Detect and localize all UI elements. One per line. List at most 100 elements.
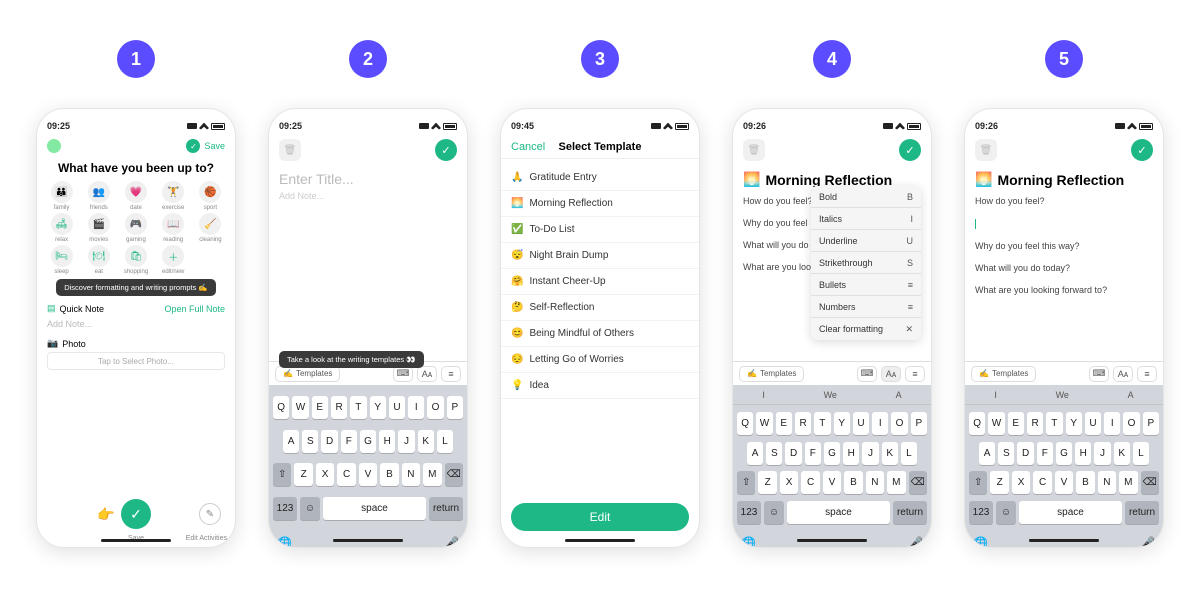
key-M[interactable]: M	[423, 463, 441, 486]
activity-relax[interactable]: 🛋relax	[43, 213, 80, 243]
done-button[interactable]: ✓	[899, 139, 921, 161]
prompt-line[interactable]: What are you looking forward to?	[975, 285, 1153, 295]
key-L[interactable]: L	[901, 442, 917, 465]
body-input[interactable]: Add Note...	[279, 191, 457, 201]
key-M[interactable]: M	[887, 471, 905, 494]
suggestion[interactable]: A	[1128, 390, 1134, 400]
activity-movies[interactable]: 🎬movies	[80, 213, 117, 243]
format-button[interactable]: Aᴀ	[1113, 366, 1133, 382]
template-row[interactable]: 😊Being Mindful of Others	[501, 321, 699, 347]
template-row[interactable]: 🤗Instant Cheer-Up	[501, 269, 699, 295]
key-U[interactable]: U	[389, 396, 405, 419]
return-key[interactable]: return	[429, 497, 463, 520]
key-shift[interactable]: ⇧	[273, 463, 291, 486]
template-row[interactable]: 🤔Self-Reflection	[501, 295, 699, 321]
key-shift[interactable]: ⇧	[969, 471, 987, 494]
key-K[interactable]: K	[1114, 442, 1130, 465]
key-K[interactable]: K	[418, 430, 434, 453]
return-key[interactable]: return	[1125, 501, 1159, 524]
key-backspace[interactable]: ⌫	[1141, 471, 1159, 494]
done-button[interactable]: ✓	[435, 139, 457, 161]
key-R[interactable]: R	[795, 412, 811, 435]
activity-eat[interactable]: 🍽eat	[80, 245, 117, 275]
key-Y[interactable]: Y	[370, 396, 386, 419]
cancel-button[interactable]: Cancel	[511, 141, 545, 153]
key-X[interactable]: X	[780, 471, 798, 494]
suggestion[interactable]: We	[1056, 390, 1069, 400]
key-L[interactable]: L	[437, 430, 453, 453]
key-F[interactable]: F	[1037, 442, 1053, 465]
prompt-line[interactable]: How do you feel?	[975, 196, 1153, 206]
editor-body[interactable]: 🌅Morning Reflection How do you feel?Why …	[965, 165, 1163, 361]
key-L[interactable]: L	[1133, 442, 1149, 465]
key-Q[interactable]: Q	[969, 412, 985, 435]
key-U[interactable]: U	[853, 412, 869, 435]
key-Z[interactable]: Z	[294, 463, 312, 486]
templates-tooltip[interactable]: Take a look at the writing templates 👀	[279, 351, 424, 368]
key-H[interactable]: H	[379, 430, 395, 453]
trash-icon[interactable]: 🗑	[743, 139, 765, 161]
templates-button[interactable]: ✍️Templates	[739, 366, 804, 382]
key-Z[interactable]: Z	[758, 471, 776, 494]
key-H[interactable]: H	[1075, 442, 1091, 465]
mic-icon[interactable]: 🎤	[444, 536, 459, 548]
keyboard-5[interactable]: IWeAQWERTYUIOPASDFGHJKL⇧ZXCVBNM⌫123☺spac…	[965, 385, 1163, 548]
done-button[interactable]: ✓	[1131, 139, 1153, 161]
suggestion[interactable]: I	[762, 390, 765, 400]
key-123[interactable]: 123	[969, 501, 993, 524]
save-fab[interactable]: ✓	[121, 499, 151, 529]
key-backspace[interactable]: ⌫	[445, 463, 463, 486]
space-key[interactable]: space	[1019, 501, 1122, 524]
key-I[interactable]: I	[1104, 412, 1120, 435]
space-key[interactable]: space	[323, 497, 426, 520]
key-J[interactable]: J	[862, 442, 878, 465]
profile-icon[interactable]	[47, 139, 61, 153]
key-P[interactable]: P	[447, 396, 463, 419]
key-B[interactable]: B	[1076, 471, 1094, 494]
key-shift[interactable]: ⇧	[737, 471, 755, 494]
key-P[interactable]: P	[911, 412, 927, 435]
activity-cleaning[interactable]: 🧹cleaning	[192, 213, 229, 243]
open-full-note-link[interactable]: Open Full Note	[164, 304, 225, 314]
template-row[interactable]: ✅To-Do List	[501, 217, 699, 243]
activity-friends[interactable]: 👥friends	[80, 181, 117, 211]
emoji-key[interactable]: ☺	[764, 501, 784, 524]
prompt-line[interactable]: Why do you feel this way?	[975, 241, 1153, 251]
list-icon[interactable]: ≡	[441, 366, 461, 382]
template-row[interactable]: 💡Idea	[501, 373, 699, 399]
key-F[interactable]: F	[805, 442, 821, 465]
suggestion[interactable]: We	[824, 390, 837, 400]
key-A[interactable]: A	[979, 442, 995, 465]
key-Y[interactable]: Y	[834, 412, 850, 435]
key-A[interactable]: A	[747, 442, 763, 465]
activity-date[interactable]: 💗date	[117, 181, 154, 211]
format-button[interactable]: Aᴀ	[881, 366, 901, 382]
globe-icon[interactable]: 🌐	[741, 536, 756, 548]
format-option-bullets[interactable]: Bullets≡	[811, 274, 921, 296]
key-C[interactable]: C	[1033, 471, 1051, 494]
trash-icon[interactable]: 🗑	[279, 139, 301, 161]
key-123[interactable]: 123	[737, 501, 761, 524]
key-123[interactable]: 123	[273, 497, 297, 520]
add-note-field[interactable]: Add Note...	[37, 317, 235, 335]
format-option-underline[interactable]: UnderlineU	[811, 230, 921, 252]
templates-button[interactable]: ✍️Templates	[971, 366, 1036, 382]
key-G[interactable]: G	[360, 430, 376, 453]
activity-gaming[interactable]: 🎮gaming	[117, 213, 154, 243]
key-C[interactable]: C	[337, 463, 355, 486]
globe-icon[interactable]: 🌐	[277, 536, 292, 548]
key-V[interactable]: V	[1055, 471, 1073, 494]
activity-shopping[interactable]: 🛍shopping	[117, 245, 154, 275]
activity-edit/new[interactable]: ＋edit/new	[155, 245, 192, 275]
list-icon[interactable]: ≡	[905, 366, 925, 382]
key-J[interactable]: J	[398, 430, 414, 453]
activity-sport[interactable]: 🏀sport	[192, 181, 229, 211]
key-X[interactable]: X	[1012, 471, 1030, 494]
template-row[interactable]: 🙏Gratitude Entry	[501, 165, 699, 191]
activity-exercise[interactable]: 🏋exercise	[155, 181, 192, 211]
space-key[interactable]: space	[787, 501, 890, 524]
key-G[interactable]: G	[1056, 442, 1072, 465]
key-D[interactable]: D	[785, 442, 801, 465]
format-option-strikethrough[interactable]: StrikethroughS	[811, 252, 921, 274]
template-list[interactable]: 🙏Gratitude Entry🌅Morning Reflection✅To-D…	[501, 159, 699, 405]
